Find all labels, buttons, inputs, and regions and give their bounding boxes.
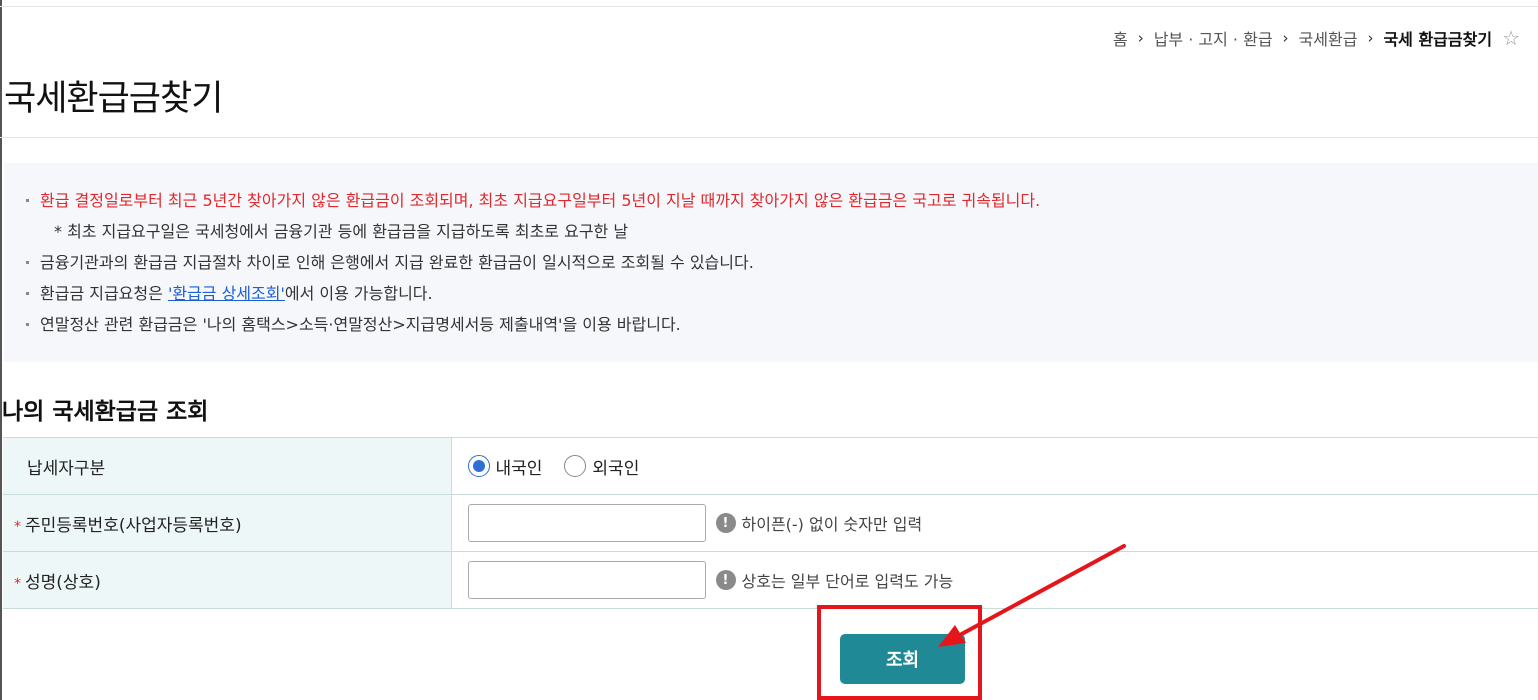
name-cell: ! 상호는 일부 단어로 입력도 가능	[451, 551, 1538, 609]
breadcrumb-separator-icon: ›	[1367, 29, 1374, 47]
name-input[interactable]	[467, 561, 706, 599]
favorite-star-icon[interactable]: ☆	[1502, 26, 1520, 50]
taxpayer-type-radio-group: 내국인 외국인	[467, 454, 1538, 479]
notice-box: 환급 결정일로부터 최근 5년간 찾아가지 않은 환급금이 조회되며, 최초 지…	[4, 163, 1538, 362]
breadcrumb-payment[interactable]: 납부 · 고지 · 환급	[1154, 26, 1273, 50]
refund-search-form: 납세자구분 내국인 외국인 * 주민등록번호(사업자등록번호) ! 하이픈(-)…	[3, 437, 1538, 609]
breadcrumb: 홈 › 납부 · 고지 · 환급 › 국세환급 › 국세 환급금찾기 ☆	[1113, 24, 1520, 52]
notice-list: 환급 결정일로부터 최근 5년간 찾아가지 않은 환급금이 조회되며, 최초 지…	[26, 185, 1040, 340]
title-divider	[0, 137, 1538, 138]
resident-number-cell: ! 하이픈(-) 없이 숫자만 입력	[451, 494, 1538, 552]
resident-number-field-wrap: ! 하이픈(-) 없이 숫자만 입력	[467, 504, 1538, 542]
resident-number-hint-text: 하이픈(-) 없이 숫자만 입력	[741, 515, 923, 534]
taxpayer-type-label: 납세자구분	[3, 437, 452, 495]
name-header: * 성명(상호)	[3, 551, 452, 609]
form-row-name: * 성명(상호) ! 상호는 일부 단어로 입력도 가능	[3, 551, 1538, 609]
info-icon: !	[715, 570, 736, 590]
page-title: 국세환급금찾기	[4, 79, 223, 119]
breadcrumb-separator-icon: ›	[1282, 29, 1289, 47]
radio-unchecked-icon[interactable]	[564, 455, 587, 477]
name-field-wrap: ! 상호는 일부 단어로 입력도 가능	[467, 561, 1538, 599]
name-label: 성명(상호)	[25, 572, 101, 593]
name-hint: ! 상호는 일부 단어로 입력도 가능	[715, 568, 954, 592]
radio-foreigner-label[interactable]: 외국인	[592, 454, 639, 479]
notice-text: 에서 이용 가능합니다.	[284, 284, 433, 303]
resident-number-hint: ! 하이픈(-) 없이 숫자만 입력	[715, 511, 923, 535]
notice-item-bank: 금융기관과의 환급금 지급절차 차이로 인해 은행에서 지급 완료한 환급금이 …	[26, 247, 1040, 278]
bullet-icon	[26, 323, 29, 326]
notice-text: 연말정산 관련 환급금은 '나의 홈택스>소득·연말정산>지급명세서등 제출내역…	[40, 315, 681, 334]
radio-checked-icon[interactable]	[467, 455, 490, 477]
notice-item-request: 환급금 지급요청은 '환급금 상세조회'에서 이용 가능합니다.	[26, 278, 1040, 309]
notice-item-yearend: 연말정산 관련 환급금은 '나의 홈택스>소득·연말정산>지급명세서등 제출내역…	[26, 309, 1040, 340]
breadcrumb-current: 국세 환급금찾기	[1383, 30, 1493, 49]
form-row-taxpayer-type: 납세자구분 내국인 외국인	[3, 437, 1538, 495]
top-divider	[0, 6, 1538, 7]
resident-number-label: 주민등록번호(사업자등록번호)	[25, 515, 242, 536]
breadcrumb-refund[interactable]: 국세환급	[1299, 26, 1358, 50]
bullet-icon	[26, 261, 29, 264]
notice-text: 환급 결정일로부터 최근 5년간 찾아가지 않은 환급금이 조회되며, 최초 지…	[40, 191, 1041, 210]
required-asterisk-icon: *	[14, 575, 21, 592]
window-left-edge	[0, 0, 2, 700]
resident-number-header: * 주민등록번호(사업자등록번호)	[3, 494, 452, 552]
bullet-icon	[26, 292, 29, 295]
radio-domestic[interactable]: 내국인	[467, 454, 543, 479]
radio-foreigner[interactable]: 외국인	[564, 454, 639, 479]
info-icon: !	[715, 513, 736, 533]
notice-text: * 최초 지급요구일은 국세청에서 금융기관 등에 환급금을 지급하도록 최초로…	[54, 222, 629, 241]
notice-text: 금융기관과의 환급금 지급절차 차이로 인해 은행에서 지급 완료한 환급금이 …	[40, 253, 754, 272]
radio-domestic-label[interactable]: 내국인	[496, 454, 543, 479]
section-title: 나의 국세환급금 조회	[2, 399, 209, 425]
taxpayer-type-cell: 내국인 외국인	[451, 437, 1538, 495]
notice-text: 환급금 지급요청은	[40, 284, 168, 303]
notice-item-expiry: 환급 결정일로부터 최근 5년간 찾아가지 않은 환급금이 조회되며, 최초 지…	[26, 185, 1040, 216]
resident-number-input[interactable]	[467, 504, 706, 542]
refund-detail-link[interactable]: '환급금 상세조회'	[168, 284, 285, 303]
radio-dot	[472, 460, 485, 472]
breadcrumb-separator-icon: ›	[1137, 29, 1144, 47]
notice-item-footnote: * 최초 지급요구일은 국세청에서 금융기관 등에 환급금을 지급하도록 최초로…	[26, 216, 1040, 247]
name-hint-text: 상호는 일부 단어로 입력도 가능	[741, 572, 954, 591]
required-asterisk-icon: *	[14, 518, 21, 535]
breadcrumb-home[interactable]: 홈	[1113, 26, 1128, 50]
bullet-icon	[26, 199, 29, 202]
form-row-resident-number: * 주민등록번호(사업자등록번호) ! 하이픈(-) 없이 숫자만 입력	[3, 494, 1538, 552]
search-button[interactable]: 조회	[840, 634, 965, 684]
